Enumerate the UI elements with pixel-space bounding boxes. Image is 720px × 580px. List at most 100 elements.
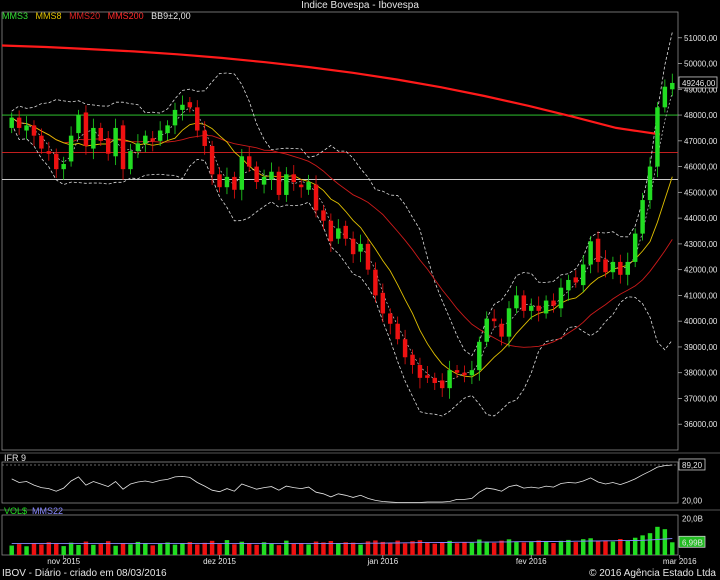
volume-bar	[558, 540, 564, 555]
volume-bar	[128, 544, 133, 555]
volume-bar	[647, 533, 653, 555]
candle-body	[239, 156, 245, 190]
candle-body	[254, 166, 259, 183]
volume-bar	[543, 541, 549, 555]
volume-tick-label: 6,99B	[682, 538, 703, 547]
candle-body	[157, 130, 163, 141]
volume-bar	[655, 526, 660, 555]
y-tick-label: 38000,00	[684, 369, 718, 378]
volume-bar	[269, 543, 274, 555]
volume-bar	[254, 544, 259, 555]
volume-bar	[276, 545, 282, 555]
y-tick-label: 47000,00	[684, 137, 718, 146]
volume-bar	[350, 542, 356, 555]
candle-body	[432, 377, 438, 384]
y-tick-label: 36000,00	[684, 420, 718, 429]
volume-bar	[187, 542, 193, 555]
ifr-tick-label: 20,00	[682, 496, 703, 505]
candle-body	[105, 138, 111, 154]
candle-body	[521, 295, 527, 311]
volume-ma-label: MMS22	[32, 506, 63, 516]
volume-bar	[484, 541, 489, 555]
volume-bar	[291, 543, 296, 555]
candle-body	[388, 313, 393, 324]
candle-body	[91, 127, 96, 149]
volume-bar	[321, 542, 326, 555]
mms8-line	[11, 117, 673, 378]
volume-bar	[91, 544, 96, 555]
y-tick-label: 50000,00	[684, 60, 718, 69]
candle-body	[529, 305, 534, 311]
chart-canvas[interactable]: 36000,00 37000,00 38000,00 39000,00 40000,00…	[0, 0, 720, 580]
y-tick-label: 41000,00	[684, 291, 718, 300]
volume-bar	[195, 544, 200, 555]
y-tick-label: 40000,00	[684, 317, 718, 326]
candle-body	[647, 166, 653, 201]
volume-bar	[551, 543, 556, 555]
candle-body	[558, 287, 564, 309]
candle-body	[76, 115, 81, 134]
candle-body	[454, 370, 460, 373]
volume-bar	[566, 539, 571, 555]
candle-body	[328, 220, 334, 242]
ifr-tick-label: 89,20	[682, 461, 703, 470]
candle-body	[595, 238, 601, 262]
candle-body	[83, 112, 89, 146]
volume-bar	[625, 540, 630, 555]
volume-bar	[157, 543, 163, 555]
candle-body	[143, 135, 148, 144]
candle-body	[439, 380, 445, 389]
mms200-line	[1, 44, 661, 136]
y-tick-label: 51000,00	[684, 34, 718, 43]
candle-body	[499, 323, 504, 337]
volume-bar	[343, 542, 348, 555]
candle-body	[120, 125, 126, 170]
volume-bar	[306, 544, 311, 555]
volume-bar	[514, 541, 519, 555]
y-tick-label: 44000,00	[684, 214, 718, 223]
x-tick-label: jan 2016	[366, 557, 398, 566]
candle-body	[269, 171, 274, 180]
x-tick-label: dez 2015	[203, 557, 236, 566]
volume-bar	[603, 540, 608, 555]
candle-body	[491, 318, 497, 322]
candle-body	[298, 184, 304, 188]
volume-bar	[61, 546, 66, 555]
volume-bar	[298, 543, 304, 555]
volume-bar	[16, 544, 22, 555]
volume-bar	[373, 540, 378, 555]
volume-bar	[24, 546, 29, 555]
volume-bar	[573, 542, 579, 555]
copyright: © 2016 Agência Estado Ltda	[589, 568, 716, 579]
candle-body	[551, 300, 556, 306]
candle-body	[232, 176, 237, 190]
candle-body	[610, 261, 616, 273]
candle-body	[536, 305, 541, 311]
candle-body	[224, 176, 230, 188]
candle-body	[506, 308, 512, 337]
candle-body	[469, 370, 475, 376]
y-tick-label: 48000,00	[684, 111, 718, 120]
volume-bar	[521, 542, 527, 555]
candle-body	[514, 295, 519, 309]
volume-bar	[172, 544, 178, 555]
candle-body	[187, 102, 193, 108]
candle-body	[217, 174, 222, 188]
candle-body	[321, 210, 326, 221]
candle-body	[46, 151, 52, 154]
volume-bar	[462, 542, 467, 555]
volume-bar	[402, 543, 408, 555]
candle-body	[276, 171, 282, 195]
volume-bar	[31, 543, 37, 555]
candle-body	[31, 125, 37, 136]
candle-body	[336, 228, 341, 239]
candle-body	[395, 323, 400, 340]
candle-body	[343, 225, 348, 239]
candle-body	[246, 156, 252, 167]
volume-bar	[150, 545, 155, 555]
candle-body	[632, 233, 638, 262]
volume-bar	[120, 543, 126, 555]
y-tick-label: 42000,00	[684, 266, 718, 275]
candle-body	[113, 127, 118, 157]
last-value-label: 49246,00	[682, 79, 716, 88]
